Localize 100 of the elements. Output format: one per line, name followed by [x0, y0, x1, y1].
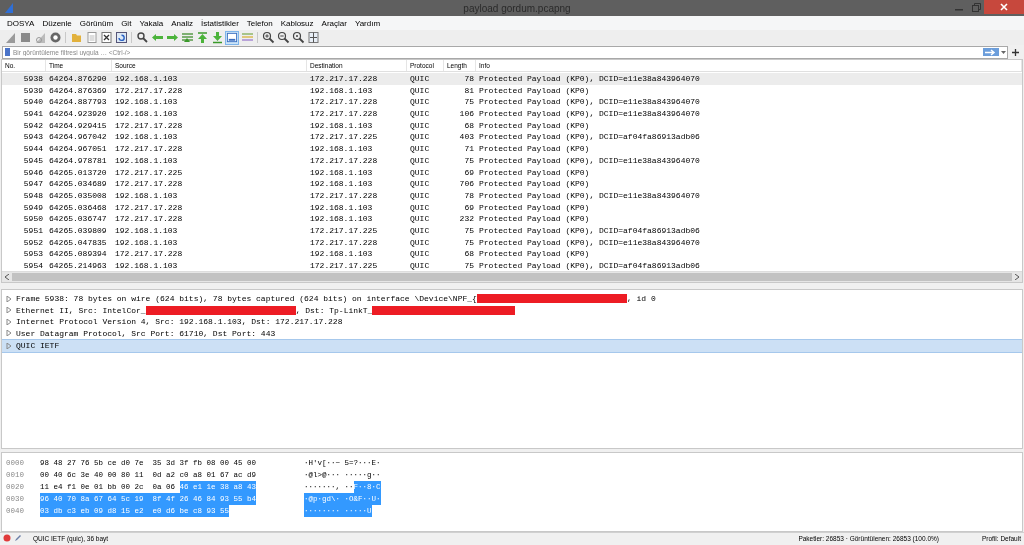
packet-row[interactable]: 5952 64265.047835 192.168.1.103 172.217.17.228 QUIC 75 Protected Payload (KP0), DCID=e11e38a843964070: [2, 236, 1022, 249]
menu-item[interactable]: Yakala: [135, 18, 168, 28]
table-cell-text: QUIC: [409, 143, 431, 155]
packet-row[interactable]: 5947 64265.034689 172.217.17.228 192.168.1.103 QUIC 706 Protected Payload (KP0): [2, 178, 1022, 190]
table-cell-text: 192.168.1.103: [114, 73, 179, 85]
table-cell-text: 5941: [22, 108, 44, 120]
packet-row[interactable]: 5949 64265.036468 172.217.17.228 192.168.1.103 QUIC 69 Protected Payload (KP0): [2, 201, 1022, 214]
table-cell-text: QUIC: [409, 96, 431, 109]
menu-item[interactable]: Araçlar: [317, 18, 351, 28]
menu-item[interactable]: Telefon: [242, 18, 277, 28]
menu-item[interactable]: Kablosuz: [276, 18, 318, 28]
packet-row[interactable]: 5946 64265.013720 172.217.17.225 192.168.1.103 QUIC 69 Protected Payload (KP0): [2, 166, 1022, 179]
table-cell-text: 5949: [22, 201, 44, 214]
close-button[interactable]: [984, 0, 1024, 14]
up-arrow-button[interactable]: [195, 30, 209, 45]
table-cell-text: 192.168.1.103: [309, 248, 374, 260]
dropdown-arrow-icon[interactable]: [999, 50, 1007, 54]
packet-row[interactable]: 5940 64264.887793 192.168.1.103 172.217.17.228 QUIC 75 Protected Payload (KP0), DCID=e11e38a843964070: [2, 96, 1022, 109]
scroll-left-icon[interactable]: [2, 274, 12, 280]
tree-text: Ethernet II, Src: IntelCor_: [16, 305, 146, 315]
resize-columns-button[interactable]: [306, 30, 320, 45]
close-file-button[interactable]: [99, 30, 113, 45]
tree-item[interactable]: Frame 5938: 78 bytes on wire (624 bits), 78 bytes captured (624 bits) on interface \Device\NPF_{ , id 0: [2, 293, 1022, 305]
table-cell-text: Protected Payload (KP0), DCID=e11e38a843964070: [478, 73, 701, 85]
zoom-out-button[interactable]: [276, 30, 290, 45]
table-cell-text: QUIC: [409, 201, 431, 214]
table-cell-text: Protected Payload (KP0), DCID=af04fa86913adb06: [478, 131, 701, 144]
packet-row[interactable]: 5954 64265.214963 192.168.1.103 172.217.17.225 QUIC 75 Protected Payload (KP0), DCID=af04fa86913adb06: [2, 260, 1022, 271]
table-cell-text: Protected Payload (KP0), DCID=e11e38a843964070: [478, 189, 701, 202]
packet-row[interactable]: 5953 64265.089394 172.217.17.228 192.168.1.103 QUIC 68 Protected Payload (KP0): [2, 248, 1022, 260]
menu-item[interactable]: Görünüm: [75, 18, 118, 28]
packet-row[interactable]: 5951 64265.039809 192.168.1.103 172.217.17.225 QUIC 75 Protected Payload (KP0), DCID=af04fa86913adb06: [2, 224, 1022, 237]
table-cell-text: 172.217.17.228: [114, 143, 184, 155]
tree-text: , Dst: Tp-LinkT_: [295, 305, 373, 315]
table-cell-text: QUIC: [409, 260, 431, 271]
table-cell-text: QUIC: [409, 131, 431, 144]
table-cell-text: 64264.876290: [48, 73, 108, 85]
reload-button[interactable]: [114, 30, 128, 45]
stop-button[interactable]: [18, 30, 32, 45]
table-cell-text: 172.217.17.228: [309, 73, 379, 85]
zoom-reset-button[interactable]: [291, 30, 305, 45]
table-cell-text: 172.217.17.228: [309, 154, 379, 167]
close-icon: [1000, 3, 1008, 11]
tree-text: Frame 5938: 78 bytes on wire (624 bits), 78 bytes captured (624 bits) on interface \Device\NPF_{: [16, 294, 477, 304]
table-cell-text: 192.168.1.103: [114, 131, 179, 144]
table-cell-text: Protected Payload (KP0), DCID=e11e38a843964070: [478, 108, 701, 120]
packet-row[interactable]: 5944 64264.967051 172.217.17.228 192.168.1.103 QUIC 71 Protected Payload (KP0): [2, 143, 1022, 155]
tree-text: QUIC IETF: [16, 341, 60, 351]
menu-item[interactable]: Yardım: [350, 18, 385, 28]
menu-item[interactable]: Git: [117, 18, 136, 28]
tree-item[interactable]: Internet Protocol Version 4, Src: 192.168.1.103, Dst: 172.217.17.228: [2, 316, 1022, 328]
packet-row[interactable]: 5950 64265.036747 172.217.17.228 192.168.1.103 QUIC 232 Protected Payload (KP0): [2, 213, 1022, 225]
packet-row[interactable]: 5939 64264.876369 172.217.17.228 192.168.1.103 QUIC 81 Protected Payload (KP0): [2, 84, 1022, 97]
menu-item[interactable]: İstatistikler: [197, 18, 243, 28]
table-cell-text: QUIC: [409, 213, 431, 225]
autoscroll-button[interactable]: [225, 30, 239, 45]
table-cell-text: 5943: [22, 131, 44, 144]
table-cell-text: 192.168.1.103: [309, 166, 374, 179]
menu-item[interactable]: Analiz: [167, 18, 198, 28]
table-cell-text: 172.217.17.228: [114, 201, 184, 214]
table-cell-text: 75: [463, 236, 475, 249]
table-cell-text: Protected Payload (KP0), DCID=e11e38a843964070: [478, 236, 701, 249]
menu-item[interactable]: DOSYA: [3, 18, 39, 28]
table-cell-text: Protected Payload (KP0): [478, 178, 591, 190]
table-cell-text: 5954: [22, 260, 44, 271]
table-cell-text: 192.168.1.103: [309, 143, 374, 155]
menu-item[interactable]: Düzenle: [38, 18, 76, 28]
zoom-in-button[interactable]: [261, 30, 275, 45]
tree-item[interactable]: QUIC IETF: [2, 339, 1022, 353]
table-cell-text: Protected Payload (KP0), DCID=af04fa86913adb06: [478, 260, 701, 271]
table-cell-text: Protected Payload (KP0): [478, 213, 591, 225]
tree-item[interactable]: User Datagram Protocol, Src Port: 61710, Dst Port: 443: [2, 327, 1022, 339]
edit-comment-icon[interactable]: [14, 534, 22, 542]
tree-item[interactable]: Ethernet II, Src: IntelCor_ , Dst: Tp-LinkT_: [2, 304, 1022, 316]
table-cell-text: 172.217.17.228: [309, 236, 379, 249]
packet-row[interactable]: 5943 64264.967042 192.168.1.103 172.217.17.225 QUIC 403 Protected Payload (KP0), DCID=af04fa86913adb06: [2, 131, 1022, 144]
packet-row[interactable]: 5941 64264.923920 192.168.1.103 172.217.17.228 QUIC 106 Protected Payload (KP0), DCID=e11e38a843964070: [2, 108, 1022, 120]
table-cell-text: 172.217.17.228: [114, 84, 184, 97]
settings-button[interactable]: [48, 30, 62, 45]
table-cell-text: 64265.214963: [48, 260, 108, 271]
packet-row[interactable]: 5938 64264.876290 192.168.1.103 172.217.17.228 QUIC 78 Protected Payload (KP0), DCID=e11e38a843964070: [2, 73, 1022, 85]
packet-row[interactable]: 5942 64264.929415 172.217.17.228 192.168.1.103 QUIC 68 Protected Payload (KP0): [2, 119, 1022, 132]
table-cell-text: 232: [458, 213, 475, 225]
table-cell-text: 192.168.1.103: [309, 213, 374, 225]
apply-arrow-icon[interactable]: [983, 48, 999, 56]
horizontal-scrollbar[interactable]: [2, 271, 1022, 282]
table-cell-text: 78: [463, 73, 475, 85]
table-cell-text: 5945: [22, 154, 44, 167]
down-arrow-button[interactable]: [210, 30, 224, 45]
packet-row[interactable]: 5945 64264.978781 192.168.1.103 172.217.17.228 QUIC 75 Protected Payload (KP0), DCID=e11e38a843964070: [2, 154, 1022, 167]
table-cell-text: QUIC: [409, 236, 431, 249]
packet-row[interactable]: 5948 64265.035008 192.168.1.103 172.217.17.228 QUIC 78 Protected Payload (KP0), DCID=e11e38a843964070: [2, 189, 1022, 202]
scroll-right-icon[interactable]: [1012, 274, 1022, 280]
expert-info-icon[interactable]: [3, 534, 11, 542]
table-cell-text: 5944: [22, 143, 44, 155]
table-cell-text: 81: [463, 84, 475, 97]
search-button[interactable]: [135, 30, 149, 45]
jump-to-packet-button[interactable]: [180, 30, 194, 45]
table-cell-text: QUIC: [409, 178, 431, 190]
table-cell-text: 68: [463, 248, 475, 260]
